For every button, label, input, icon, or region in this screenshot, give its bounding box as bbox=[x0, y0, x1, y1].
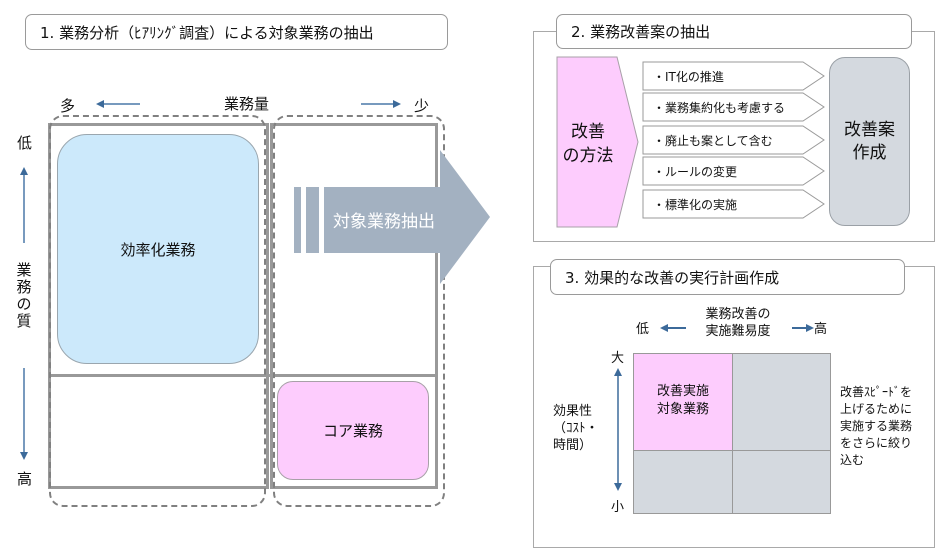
y-axis-label-char: の bbox=[16, 295, 32, 313]
result-box: 改善案 作成 bbox=[829, 57, 910, 226]
core-work-box: コア業務 bbox=[277, 381, 429, 480]
result-label-line: 改善案 bbox=[844, 119, 895, 140]
method-item-label: ・IT化の推進 bbox=[653, 69, 724, 84]
result-label-line: 作成 bbox=[852, 142, 887, 163]
target-cell-label-line: 対象業務 bbox=[656, 402, 709, 417]
note-line: 実施する業務 bbox=[840, 419, 913, 433]
difficulty-low-label: 低 bbox=[636, 322, 650, 337]
method-item-label: ・標準化の実施 bbox=[653, 197, 738, 212]
x-axis-right-label: 少 bbox=[414, 97, 430, 115]
section1-title-text: 1. 業務分析（ﾋｱﾘﾝｸﾞ調査）による対象業務の抽出 bbox=[40, 23, 374, 42]
difficulty-axis-label: 業務改善の 実施難易度 bbox=[698, 306, 778, 340]
method-item: ・ルールの変更 bbox=[642, 156, 825, 186]
method-item-label: ・廃止も案として含む bbox=[653, 133, 773, 148]
section2-title-text: 2. 業務改善案の抽出 bbox=[571, 23, 711, 41]
method-item: ・標準化の実施 bbox=[642, 189, 825, 219]
note-text: 改善ｽﾋﾟｰﾄﾞを 上げるために 実施する業務 をさらに絞り 込む bbox=[840, 384, 912, 469]
y-axis-top-label: 低 bbox=[17, 134, 33, 152]
matrix-cell-high-effect-high-difficulty bbox=[732, 353, 831, 451]
matrix-cell-low-effect-high-difficulty bbox=[732, 450, 831, 514]
method-item: ・廃止も案として含む bbox=[642, 125, 825, 155]
y-axis-label-char: 業 bbox=[16, 261, 32, 279]
method-item: ・IT化の推進 bbox=[642, 61, 825, 91]
y-axis-bottom-label: 高 bbox=[17, 470, 33, 488]
y-axis-label-char: 務 bbox=[16, 278, 32, 296]
efficiency-work-box: 効率化業務 bbox=[57, 134, 259, 364]
method-item: ・業務集約化も考慮する bbox=[642, 92, 825, 122]
x-axis-left-label: 多 bbox=[60, 97, 76, 115]
difficulty-high-label: 高 bbox=[814, 322, 828, 337]
effect-axis-label-line: （ｺｽﾄ・ bbox=[553, 421, 599, 436]
method-label: 改善 の方法 bbox=[557, 120, 619, 168]
core-work-label: コア業務 bbox=[322, 422, 383, 440]
effect-axis-label: 効果性 （ｺｽﾄ・ 時間） bbox=[553, 403, 599, 454]
section2-title: 2. 業務改善案の抽出 bbox=[556, 14, 912, 49]
arrow-left-icon bbox=[660, 324, 686, 332]
method-item-label: ・業務集約化も考慮する bbox=[653, 100, 786, 115]
y-axis-label: 業 務 の 質 bbox=[16, 262, 32, 330]
target-cell-label-line: 改善実施 bbox=[656, 384, 709, 399]
efficiency-work-label: 効率化業務 bbox=[120, 240, 196, 259]
note-line: 改善ｽﾋﾟｰﾄﾞを bbox=[840, 385, 913, 399]
section1-title: 1. 業務分析（ﾋｱﾘﾝｸﾞ調査）による対象業務の抽出 bbox=[25, 14, 448, 50]
arrow-right-icon bbox=[792, 324, 814, 332]
difficulty-axis-label-line: 業務改善の bbox=[705, 307, 771, 322]
note-line: 込む bbox=[840, 453, 865, 467]
arrow-right-icon bbox=[361, 100, 401, 108]
effect-axis-label-line: 効果性 bbox=[553, 404, 593, 419]
target-cell-label: 改善実施 対象業務 bbox=[633, 383, 733, 419]
method-label-line: 改善 bbox=[571, 122, 605, 142]
effect-axis-arrow-icon bbox=[614, 368, 622, 491]
section3-title: 3. 効果的な改善の実行計画作成 bbox=[550, 259, 905, 295]
difficulty-axis-label-line: 実施難易度 bbox=[705, 324, 771, 339]
matrix-cell-low-effect-low-difficulty bbox=[633, 450, 733, 514]
method-label-line: の方法 bbox=[562, 146, 614, 166]
effect-axis-label-line: 時間） bbox=[553, 438, 593, 453]
note-line: をさらに絞り bbox=[840, 436, 913, 450]
effect-bottom-label: 小 bbox=[611, 500, 625, 515]
arrow-up-icon bbox=[20, 167, 28, 243]
y-axis-label-char: 質 bbox=[16, 312, 32, 330]
extraction-arrow-label: 対象業務抽出 bbox=[333, 212, 435, 232]
note-line: 上げるために bbox=[840, 402, 913, 416]
x-axis-label: 業務量 bbox=[224, 95, 270, 113]
section3-title-text: 3. 効果的な改善の実行計画作成 bbox=[565, 268, 780, 287]
effect-top-label: 大 bbox=[611, 351, 625, 366]
method-item-label: ・ルールの変更 bbox=[653, 164, 738, 179]
arrow-left-icon bbox=[96, 100, 140, 108]
matrix-vertical-divider bbox=[266, 123, 273, 489]
arrow-down-icon bbox=[20, 368, 28, 460]
